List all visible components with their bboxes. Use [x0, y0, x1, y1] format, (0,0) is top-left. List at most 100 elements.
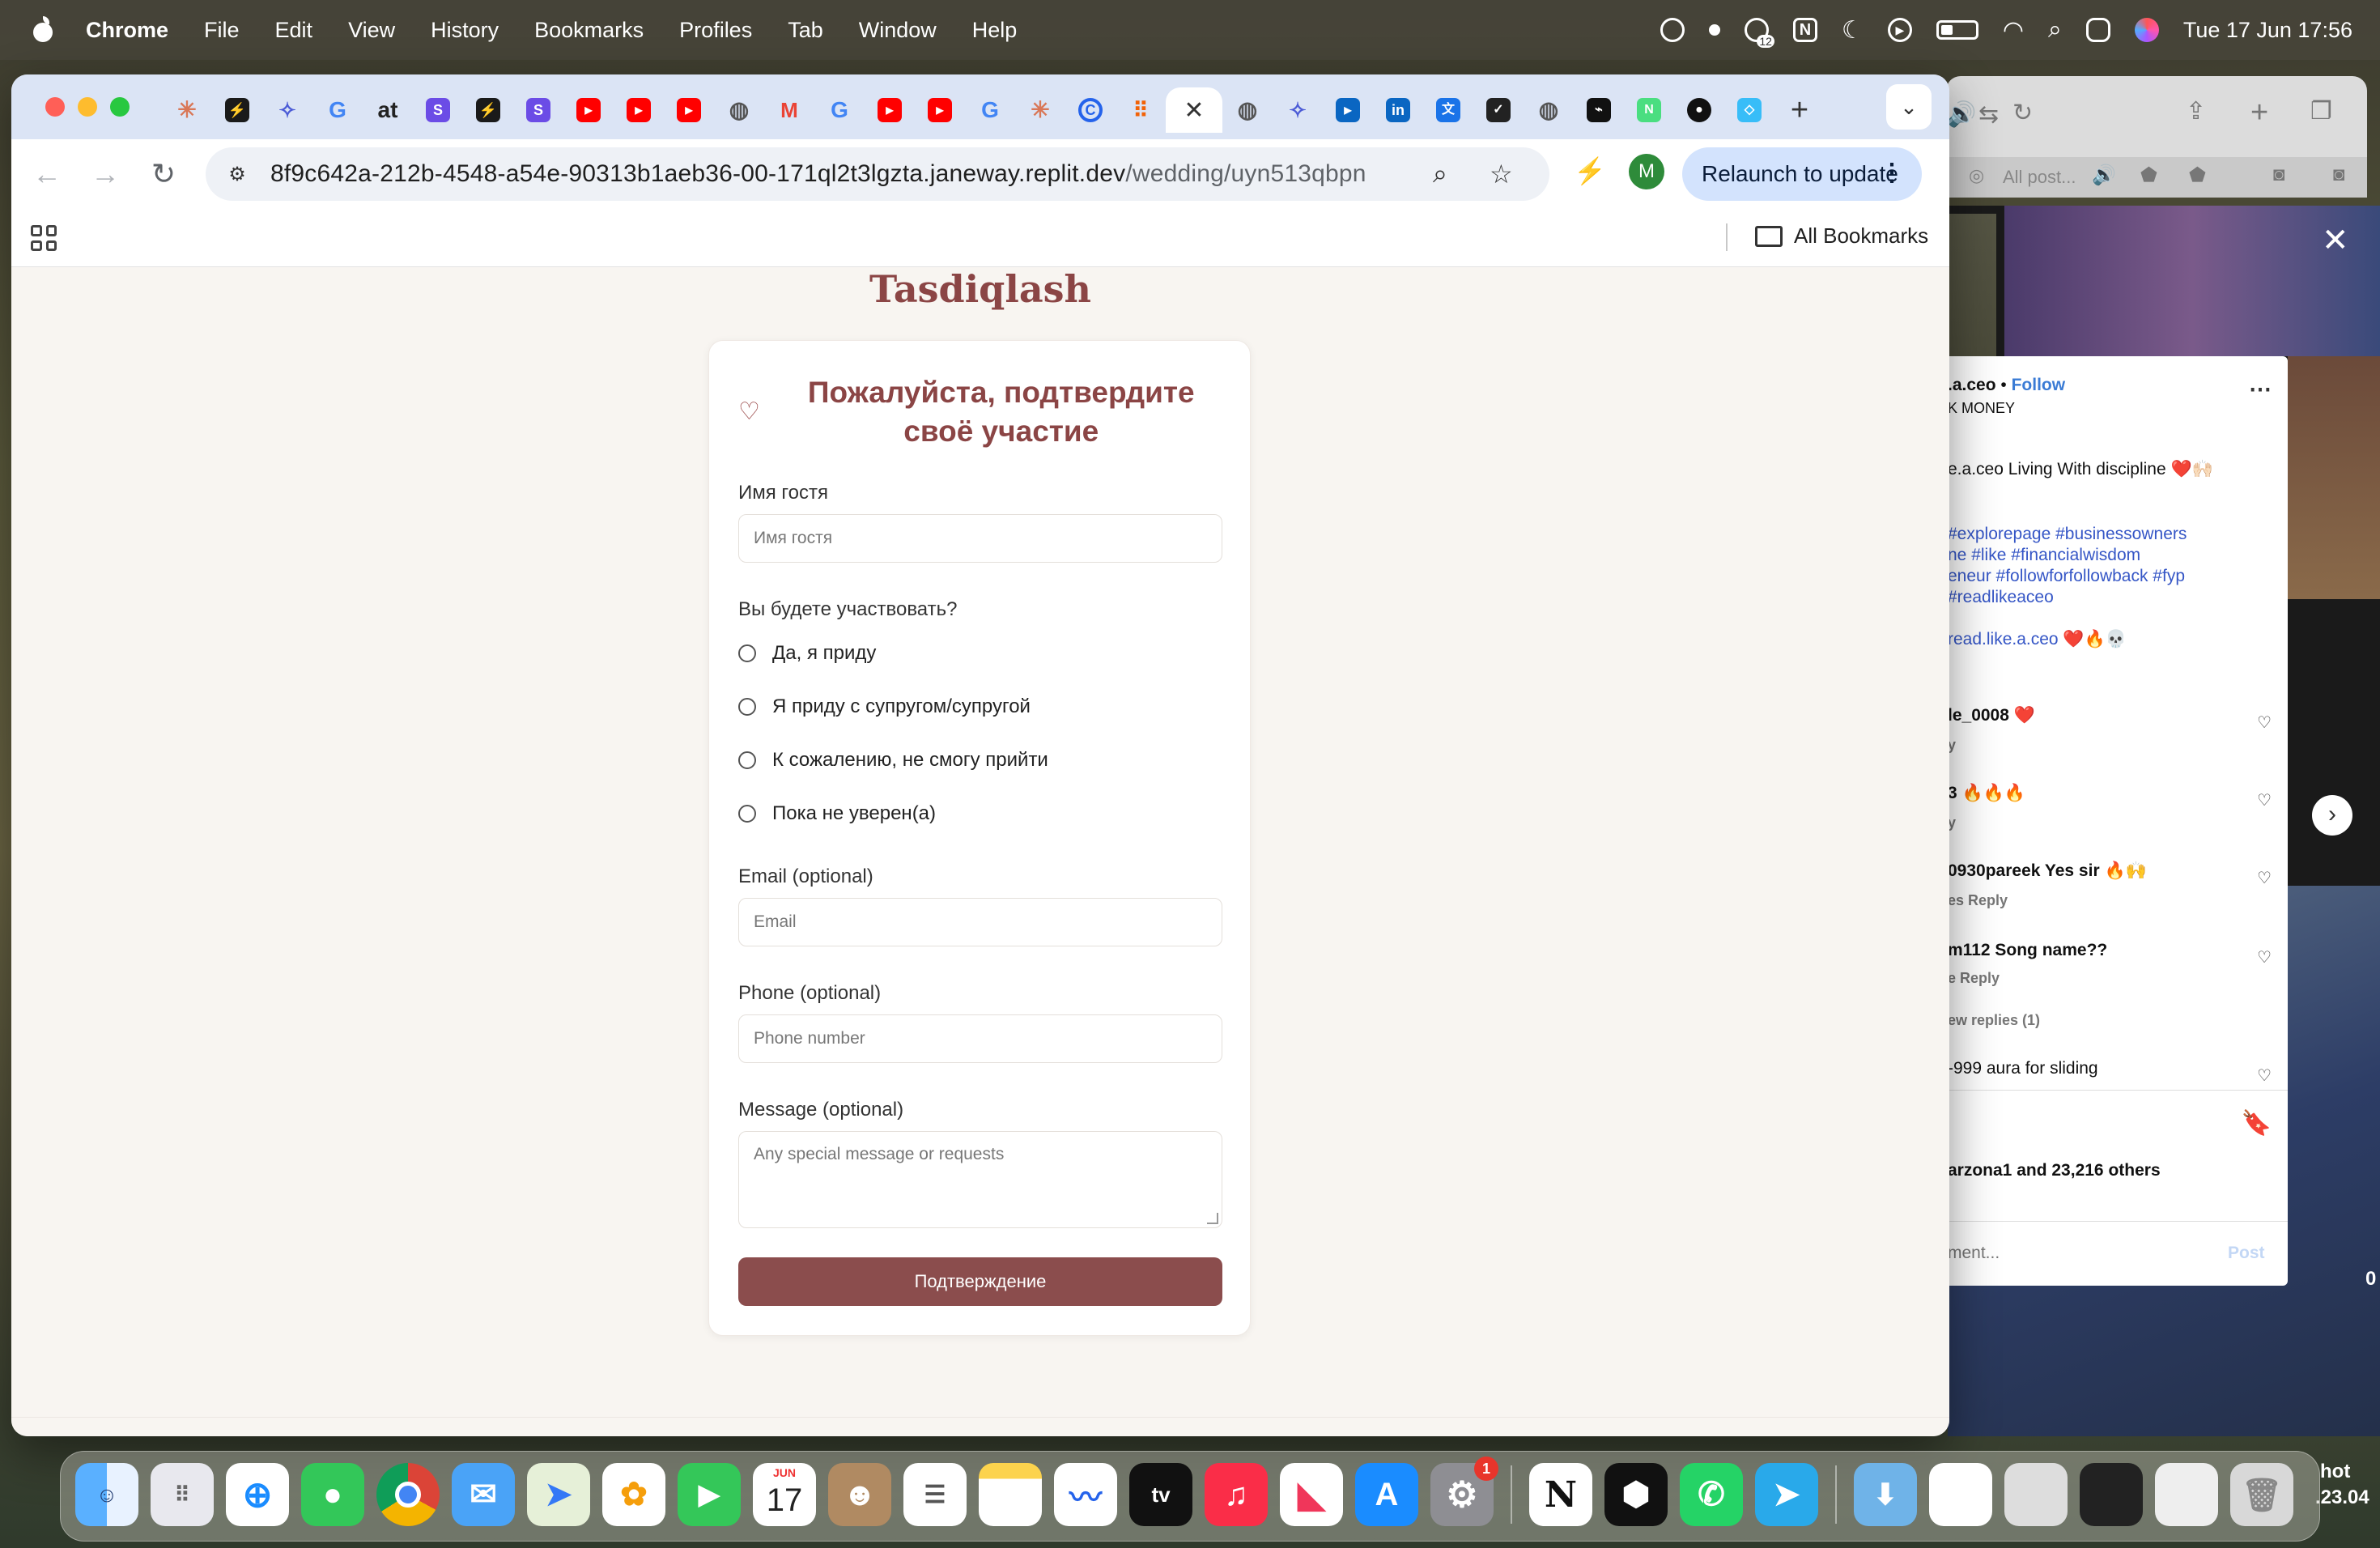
contacts-icon[interactable]: ☻: [828, 1463, 891, 1526]
back-button[interactable]: ←: [24, 151, 70, 197]
menu-app-name[interactable]: Chrome: [86, 18, 168, 43]
menubar-clock[interactable]: Tue 17 Jun 17:56: [2183, 18, 2352, 43]
safari-tab-label[interactable]: All post...: [2003, 167, 2076, 188]
menu-profiles[interactable]: Profiles: [679, 18, 752, 43]
tab-youtube-3[interactable]: ▶: [664, 87, 714, 133]
safari-icon[interactable]: ⊕: [226, 1463, 289, 1526]
recent-doc-icon-1[interactable]: [1929, 1463, 1992, 1526]
resize-handle-icon[interactable]: [1207, 1213, 1218, 1224]
tab-icon-d[interactable]: ◙: [2333, 164, 2345, 186]
tab-globe-1[interactable]: ◍: [714, 87, 764, 133]
tab-active-close[interactable]: ✕: [1166, 87, 1222, 133]
submit-button[interactable]: Подтверждение: [738, 1257, 1222, 1306]
notion-icon[interactable]: N: [1529, 1463, 1592, 1526]
tab-gmail[interactable]: M: [764, 87, 814, 133]
tab-search-button[interactable]: ⌄: [1886, 84, 1932, 130]
finder-icon[interactable]: ☺: [75, 1463, 138, 1526]
radio-button[interactable]: [738, 644, 756, 662]
ig-like-comment-5-icon[interactable]: ♡: [2257, 1065, 2272, 1086]
notes-icon[interactable]: [979, 1463, 1042, 1526]
tab-youtube-5[interactable]: ▶: [915, 87, 965, 133]
tab-icon-c[interactable]: ◙: [2273, 164, 2285, 186]
perplexity-status-icon[interactable]: [1660, 18, 1685, 42]
reload-icon[interactable]: ↻: [2012, 99, 2033, 127]
radio-button[interactable]: [738, 698, 756, 716]
forward-button[interactable]: →: [83, 151, 128, 197]
ig-more-options-icon[interactable]: ⋯: [2249, 376, 2272, 402]
launchpad-icon[interactable]: ⠿: [151, 1463, 214, 1526]
ig-view-replies[interactable]: ew replies (1): [1948, 1012, 2040, 1029]
tab-c[interactable]: C: [1065, 87, 1116, 133]
ig-hashtags-3[interactable]: eneur #followforfollowback #fyp: [1948, 567, 2185, 586]
system-settings-icon[interactable]: ⚙ 1: [1430, 1457, 1498, 1526]
tab-globe-2[interactable]: ◍: [1222, 87, 1273, 133]
tab-app-4[interactable]: ✧: [1273, 87, 1323, 133]
next-post-icon[interactable]: ›: [2312, 795, 2352, 836]
option-unsure[interactable]: Пока не уверен(а): [738, 802, 936, 825]
menu-file[interactable]: File: [204, 18, 240, 43]
new-tab-icon[interactable]: +: [2250, 96, 2268, 130]
speaker-icon[interactable]: 🔊: [1946, 100, 1976, 129]
ig-add-comment-input[interactable]: ment...: [1948, 1244, 2000, 1263]
close-window-button[interactable]: [45, 97, 65, 117]
close-tab-icon[interactable]: ✕: [1184, 96, 1204, 125]
tab-youtube-1[interactable]: ▶: [563, 87, 614, 133]
tab-app-1[interactable]: ⚡: [212, 87, 262, 133]
record-status-icon[interactable]: [1708, 24, 1720, 36]
recent-doc-icon-3[interactable]: [2080, 1463, 2143, 1526]
ig-post-button[interactable]: Post: [2228, 1244, 2265, 1263]
photos-icon[interactable]: ✿: [602, 1463, 665, 1526]
menu-window[interactable]: Window: [859, 18, 937, 43]
option-yes[interactable]: Да, я приду: [738, 642, 876, 665]
battery-icon[interactable]: [1936, 20, 1978, 40]
tab-globe-3[interactable]: ◍: [1524, 87, 1574, 133]
freeform-icon[interactable]: 〰: [1054, 1463, 1117, 1526]
guest-name-input[interactable]: Имя гостя: [738, 514, 1222, 563]
whatsapp-icon[interactable]: ✆: [1680, 1463, 1743, 1526]
tab-app-3[interactable]: ⚡: [463, 87, 513, 133]
minimize-window-button[interactable]: [78, 97, 97, 117]
telegram-icon[interactable]: ➤: [1755, 1463, 1818, 1526]
url-text[interactable]: 8f9c642a-212b-4548-a54e-90313b1aeb36-00-…: [270, 160, 1366, 188]
ig-likes-name[interactable]: arzona1: [1948, 1161, 2012, 1180]
email-input[interactable]: Email: [738, 898, 1222, 946]
facetime-icon[interactable]: ▶: [678, 1463, 741, 1526]
tab-google-1[interactable]: G: [312, 87, 363, 133]
notion-status-icon[interactable]: N: [1792, 18, 1817, 42]
apple-tv-icon[interactable]: tv: [1129, 1463, 1192, 1526]
ig-like-comment-3-icon[interactable]: ♡: [2257, 868, 2272, 888]
chrome-icon[interactable]: [376, 1463, 440, 1526]
trash-icon[interactable]: 🗑: [2230, 1463, 2293, 1526]
menu-bookmarks[interactable]: Bookmarks: [534, 18, 644, 43]
reminders-icon[interactable]: ☰: [903, 1463, 967, 1526]
phone-input[interactable]: Phone number: [738, 1014, 1222, 1063]
tab-youtube-4[interactable]: ▶: [865, 87, 915, 133]
ig-likes-rest[interactable]: and 23,216 others: [2012, 1161, 2160, 1180]
tab-translate[interactable]: 文: [1423, 87, 1473, 133]
translate-icon[interactable]: ⇆: [1978, 100, 1999, 129]
music-icon[interactable]: ♫: [1205, 1463, 1268, 1526]
share-icon[interactable]: ⇪: [2186, 97, 2206, 125]
tab-claude-2[interactable]: ✳: [1015, 87, 1065, 133]
ig-like-comment-2-icon[interactable]: ♡: [2257, 790, 2272, 810]
tab-claude[interactable]: ✳: [162, 87, 212, 133]
calendar-icon[interactable]: JUN 17: [753, 1463, 816, 1526]
tab-youtube-2[interactable]: ▶: [614, 87, 664, 133]
radio-button[interactable]: [738, 751, 756, 769]
profile-avatar[interactable]: M: [1629, 154, 1664, 189]
menu-view[interactable]: View: [348, 18, 395, 43]
tab-app-6[interactable]: ⌁: [1574, 87, 1624, 133]
tab-replit[interactable]: ⠿: [1116, 87, 1166, 133]
option-no[interactable]: К сожалению, не смогу прийти: [738, 749, 1048, 772]
tab-app-8[interactable]: ◇: [1724, 87, 1774, 133]
option-with-spouse[interactable]: Я приду с супругом/супругой: [738, 695, 1031, 718]
news-icon[interactable]: ◣: [1280, 1463, 1343, 1526]
mail-icon[interactable]: ✉: [452, 1463, 515, 1526]
ig-comment-3-meta[interactable]: es Reply: [1948, 892, 2008, 909]
close-viewer-icon[interactable]: ✕: [2322, 222, 2349, 259]
menu-edit[interactable]: Edit: [275, 18, 313, 43]
instagram-tab-icon[interactable]: ◎: [1969, 165, 1984, 186]
menu-tab[interactable]: Tab: [788, 18, 823, 43]
kebab-menu-icon[interactable]: ⋮: [1880, 159, 1904, 187]
address-bar[interactable]: ⚙ 8f9c642a-212b-4548-a54e-90313b1aeb36-0…: [206, 147, 1549, 201]
